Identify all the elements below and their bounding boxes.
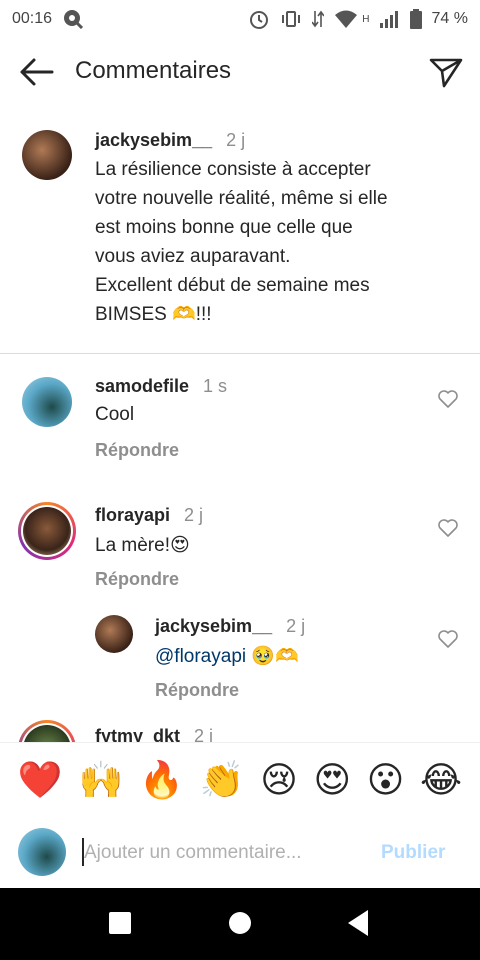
- publish-button[interactable]: Publier: [381, 842, 445, 864]
- comment-username[interactable]: samodefile: [95, 376, 189, 396]
- reply-username[interactable]: jackysebim__: [155, 616, 272, 636]
- comment-header: samodefile 1 s: [95, 376, 227, 397]
- comment-composer: Ajouter un commentaire... Publier: [0, 818, 480, 888]
- emoji-button[interactable]: 👏: [200, 760, 245, 801]
- recents-icon[interactable]: [109, 912, 131, 934]
- battery-level: 74 %: [431, 10, 468, 27]
- comment-time: 1 s: [203, 376, 228, 396]
- heart-icon[interactable]: [438, 519, 458, 537]
- status-bar: 00:16 H 74 %: [0, 0, 480, 38]
- caption-header: jackysebim__ 2 j: [95, 130, 245, 151]
- caption-line: vous aviez auparavant.: [95, 246, 291, 267]
- heart-icon[interactable]: [438, 630, 458, 648]
- emoji-button[interactable]: 😮: [367, 760, 405, 801]
- caption-text: La résilience consiste à accepter votre …: [95, 155, 388, 329]
- reply-button[interactable]: Répondre: [155, 680, 239, 701]
- caption-time: 2 j: [226, 130, 246, 150]
- reply-text: @florayapi 🥹🫶: [155, 642, 299, 671]
- reply-emojis: 🥹🫶: [246, 646, 299, 667]
- reply-button[interactable]: Répondre: [95, 569, 179, 590]
- emoji-button[interactable]: 😢: [260, 760, 298, 801]
- send-icon[interactable]: [428, 54, 464, 90]
- avatar[interactable]: [22, 130, 72, 180]
- emoji-reaction-bar: ❤️ 🙌 🔥 👏 😢 😍 😮 😂: [0, 742, 480, 818]
- status-time: 00:16: [12, 10, 53, 27]
- comment-time: 2 j: [184, 505, 204, 525]
- system-nav-bar: [0, 888, 480, 960]
- home-icon[interactable]: [229, 912, 251, 934]
- page-title: Commentaires: [75, 57, 232, 84]
- caption-line: BIMSES 🫶!!!: [95, 304, 212, 325]
- battery-icon: [409, 9, 422, 29]
- comment-text: Cool: [95, 404, 135, 425]
- app-bar: Commentaires: [0, 40, 480, 104]
- alarm-icon: [250, 11, 269, 29]
- caption-line: votre nouvelle réalité, même si elle: [95, 188, 388, 209]
- back-arrow-icon[interactable]: [16, 54, 56, 90]
- vibrate-icon: [282, 11, 301, 27]
- heart-icon[interactable]: [438, 390, 458, 408]
- signal-icon: [379, 11, 398, 28]
- comment-text: La mère!😍: [95, 535, 190, 556]
- caption-line: La résilience consiste à accepter: [95, 159, 371, 180]
- caption-line: est moins bonne que celle que: [95, 217, 353, 238]
- avatar: [18, 828, 66, 876]
- emoji-button[interactable]: ❤️: [18, 760, 63, 801]
- caption-username[interactable]: jackysebim__: [95, 130, 212, 150]
- emoji-button[interactable]: 😍: [313, 760, 351, 801]
- reply-time: 2 j: [286, 616, 306, 636]
- avatar[interactable]: [22, 377, 72, 427]
- network-type: H: [362, 13, 370, 25]
- emoji-button[interactable]: 🔥: [139, 760, 184, 801]
- emoji-button[interactable]: 😂: [420, 760, 462, 801]
- avatar[interactable]: [95, 615, 133, 653]
- divider: [0, 353, 480, 354]
- caption-line: Excellent début de semaine mes: [95, 275, 370, 296]
- data-arrows-icon: [312, 10, 325, 28]
- mention-link[interactable]: @florayapi: [155, 646, 246, 667]
- reply-header: jackysebim__ 2 j: [155, 616, 305, 637]
- reply-button[interactable]: Répondre: [95, 440, 179, 461]
- avatar[interactable]: [18, 502, 76, 560]
- wifi-icon: [335, 10, 358, 28]
- comment-username[interactable]: florayapi: [95, 505, 170, 525]
- back-triangle-icon[interactable]: [348, 910, 368, 936]
- comment-input[interactable]: Ajouter un commentaire...: [84, 842, 302, 864]
- emoji-button[interactable]: 🙌: [78, 760, 123, 801]
- notification-icon: [64, 10, 84, 29]
- comment-header: florayapi 2 j: [95, 505, 203, 526]
